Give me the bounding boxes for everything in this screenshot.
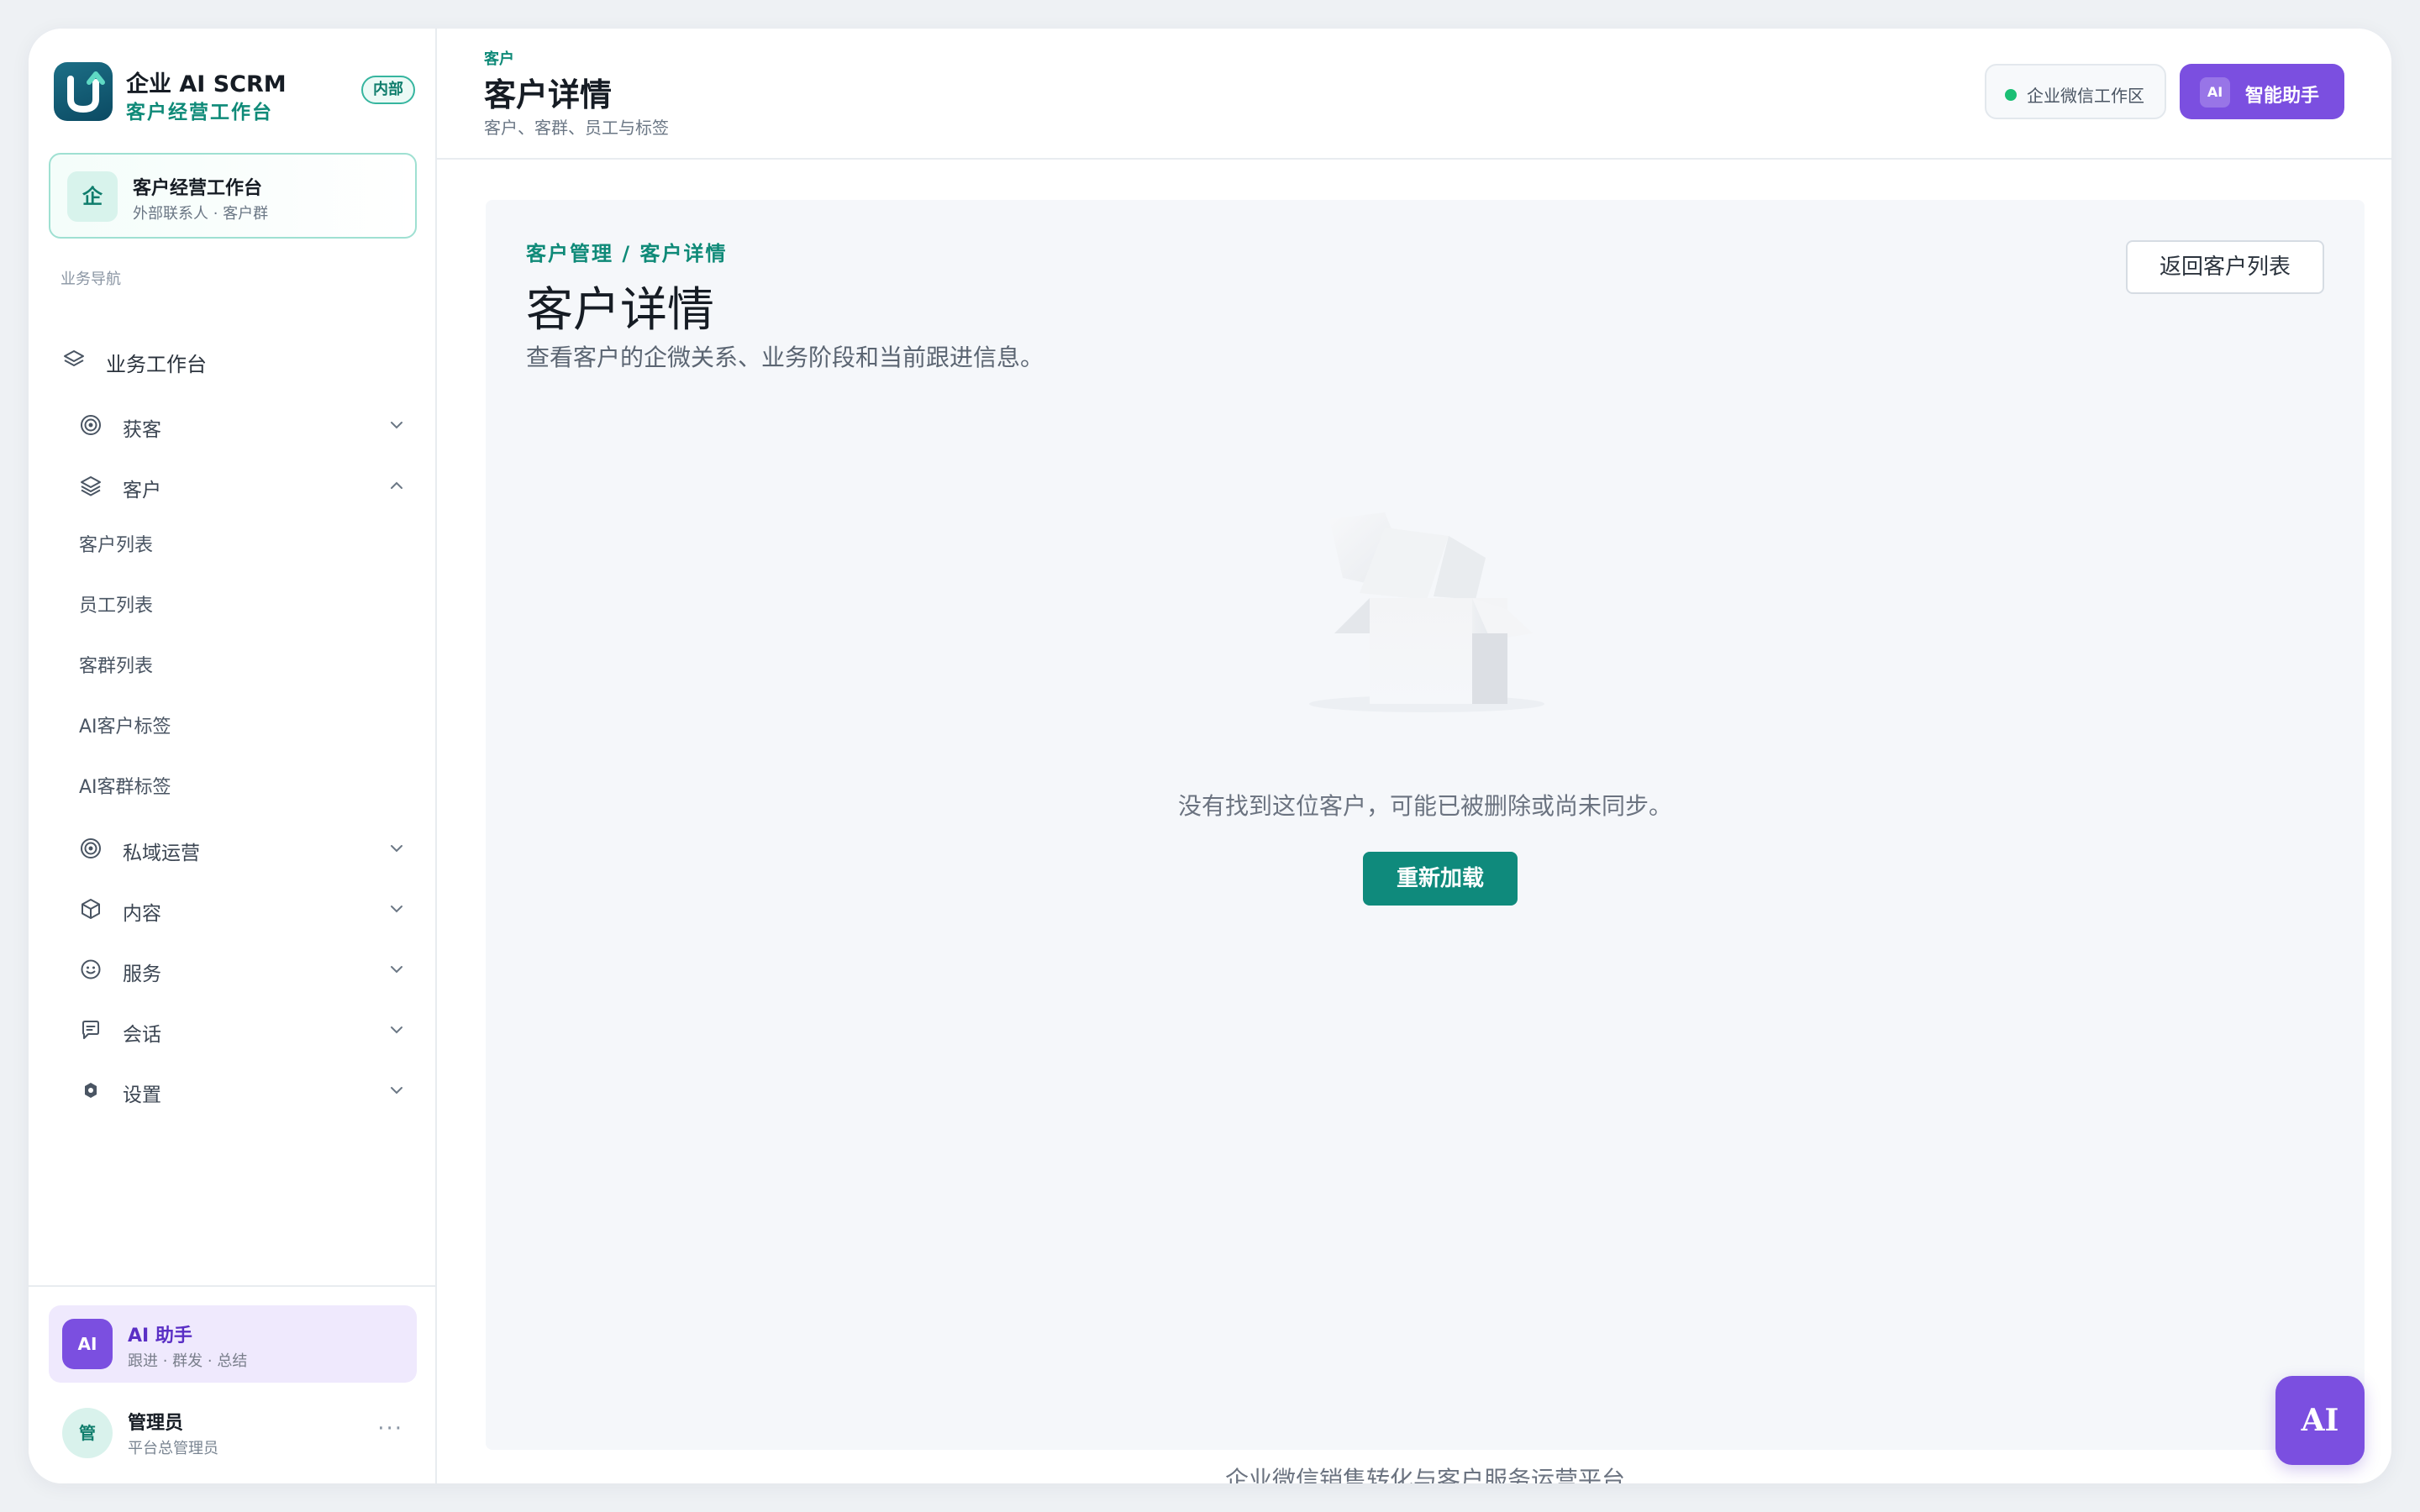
chevron-down-icon xyxy=(391,966,402,974)
layers-icon xyxy=(64,350,84,366)
nav-section-label: 业务导航 xyxy=(60,270,121,288)
nav-group-service[interactable]: 服务 xyxy=(49,946,417,993)
cube-icon xyxy=(82,899,100,919)
target-icon xyxy=(81,415,101,435)
top-header: 客户 客户详情 客户、客群、员工与标签 企业微信工作区 AI 智能助手 xyxy=(437,29,2391,160)
nav-group-customer[interactable]: 客户 xyxy=(49,462,417,509)
sidebar: 企业 AI SCRM 客户经营工作台 内部 企 客户经营工作台 外部联系人 · … xyxy=(29,29,437,1483)
workspace-status[interactable]: 企业微信工作区 xyxy=(1985,64,2166,119)
footer-tagline: 企业微信销售转化与客户服务运营平台 xyxy=(1224,1466,1625,1483)
nav-group-label: 客户 xyxy=(123,480,161,501)
nav-group-label: 会话 xyxy=(123,1024,161,1046)
reload-button[interactable]: 重新加载 xyxy=(1363,852,1518,906)
target-icon xyxy=(81,838,101,858)
nav-group-content[interactable]: 内容 xyxy=(49,885,417,932)
nav-group-private-ops[interactable]: 私域运营 xyxy=(49,825,417,872)
page-title: 客户详情 xyxy=(484,76,613,113)
chat-icon xyxy=(82,1021,99,1039)
content-description: 查看客户的企微关系、业务阶段和当前跟进信息。 xyxy=(526,344,1044,371)
empty-state-message: 没有找到这位客户，可能已被删除或尚未同步。 xyxy=(1177,792,1672,820)
layers-icon xyxy=(81,476,101,496)
smart-assistant-label: 智能助手 xyxy=(2245,86,2320,107)
settings-icon xyxy=(85,1083,97,1098)
chevron-down-icon xyxy=(391,906,402,913)
chevron-down-icon xyxy=(391,1087,402,1095)
nav-item-label: 业务工作台 xyxy=(106,353,207,376)
smile-icon xyxy=(81,959,101,979)
sidebar-item-ai-customer-tags[interactable]: AI客户标签 xyxy=(79,707,171,748)
brand-subtitle: 客户经营工作台 xyxy=(126,102,273,123)
content-title: 客户详情 xyxy=(526,283,714,338)
nav-group-conversation[interactable]: 会话 xyxy=(49,1006,417,1053)
user-name: 管理员 xyxy=(128,1413,184,1434)
workspace-card[interactable]: 企 客户经营工作台 外部联系人 · 客户群 xyxy=(49,153,417,239)
nav-group-acquisition[interactable]: 获客 xyxy=(49,402,417,449)
breadcrumb[interactable]: 客户 xyxy=(484,47,514,69)
user-profile[interactable]: 管 管理员 平台总管理员 ··· xyxy=(49,1399,417,1467)
page-subtitle: 客户、客群、员工与标签 xyxy=(484,118,669,138)
back-to-list-button[interactable]: 返回客户列表 xyxy=(2126,240,2324,294)
workspace-subtitle: 外部联系人 · 客户群 xyxy=(133,205,269,223)
sidebar-item-employee-list[interactable]: 员工列表 xyxy=(79,586,153,627)
customer-detail-panel: 客户管理 / 客户详情 客户详情 查看客户的企微关系、业务阶段和当前跟进信息。 … xyxy=(486,200,2365,1450)
workspace-status-label: 企业微信工作区 xyxy=(2027,86,2144,106)
ai-floating-button[interactable]: AI xyxy=(2275,1376,2365,1465)
chevron-down-icon xyxy=(391,845,402,853)
chevron-up-icon xyxy=(391,481,402,489)
more-options-icon[interactable]: ··· xyxy=(377,1416,403,1441)
app-window: 企业 AI SCRM 客户经营工作台 内部 企 客户经营工作台 外部联系人 · … xyxy=(29,29,2391,1483)
ai-assistant-card[interactable]: AI AI 助手 跟进 · 群发 · 总结 xyxy=(49,1305,417,1383)
brand[interactable]: 企业 AI SCRM 客户经营工作台 内部 xyxy=(54,62,415,123)
status-dot-icon xyxy=(2005,89,2017,101)
smart-assistant-button[interactable]: AI 智能助手 xyxy=(2180,64,2344,119)
nav-group-label: 设置 xyxy=(123,1084,161,1106)
sidebar-footer: AI AI 助手 跟进 · 群发 · 总结 管 管理员 平台总管理员 ··· xyxy=(29,1285,435,1483)
ai-icon: AI xyxy=(2200,77,2230,108)
sidebar-item-ai-group-tags[interactable]: AI客群标签 xyxy=(79,768,171,808)
content-breadcrumb[interactable]: 客户管理 / 客户详情 xyxy=(526,237,727,266)
ai-card-subtitle: 跟进 · 群发 · 总结 xyxy=(128,1352,248,1370)
internal-badge: 内部 xyxy=(361,76,415,104)
workspace-title: 客户经营工作台 xyxy=(133,178,263,199)
ai-card-title: AI 助手 xyxy=(128,1326,192,1347)
user-role: 平台总管理员 xyxy=(128,1440,218,1457)
brand-title: 企业 AI SCRM xyxy=(126,71,287,97)
nav-group-label: 内容 xyxy=(123,903,161,925)
avatar: 管 xyxy=(62,1408,113,1458)
nav-group-label: 服务 xyxy=(123,963,161,985)
chevron-down-icon xyxy=(391,1026,402,1034)
empty-box-icon xyxy=(1309,512,1544,712)
nav-item-workbench[interactable]: 业务工作台 xyxy=(49,336,417,383)
nav-group-label: 获客 xyxy=(123,419,161,441)
sidebar-item-group-list[interactable]: 客群列表 xyxy=(79,647,153,687)
brand-logo-icon xyxy=(54,62,113,121)
sidebar-item-customer-list[interactable]: 客户列表 xyxy=(79,526,153,566)
nav-group-label: 私域运营 xyxy=(123,843,200,864)
nav-group-settings[interactable]: 设置 xyxy=(49,1067,417,1114)
chevron-down-icon xyxy=(391,422,402,429)
workspace-icon: 企 xyxy=(67,171,118,222)
ai-avatar-icon: AI xyxy=(62,1319,113,1369)
